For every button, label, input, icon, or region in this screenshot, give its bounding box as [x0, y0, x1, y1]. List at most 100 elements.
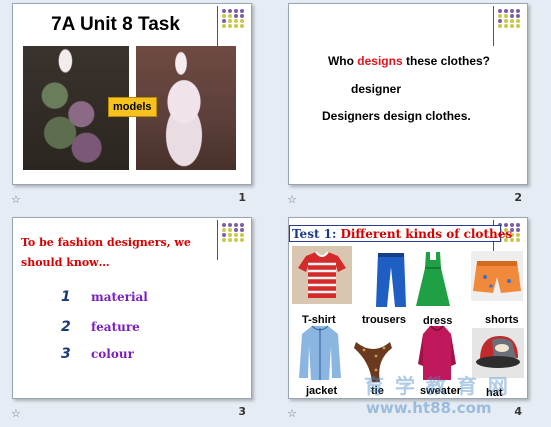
slide-title: 7A Unit 8 Task [51, 14, 180, 35]
slide-thumbnail-1[interactable]: 7A Unit 8 Task models ☆ 1 [0, 0, 276, 214]
decoration-dot [498, 14, 502, 18]
models-label: models [108, 97, 157, 117]
slide-thumbnail-2[interactable]: Who designs these clothes? designer Desi… [276, 0, 551, 214]
question-post: these clothes? [402, 54, 491, 68]
decoration-dot [504, 14, 508, 18]
decoration-dot [234, 223, 238, 227]
decoration-dot [510, 24, 514, 28]
slide-transition-icon[interactable]: ☆ [11, 193, 21, 206]
jacket-image [299, 325, 341, 380]
decoration-dot [234, 9, 238, 13]
slide-question: Who designs these clothes? [289, 54, 527, 68]
decoration-dot [504, 19, 508, 23]
list-text: colour [91, 347, 134, 361]
list-item: 3 colour [61, 346, 134, 362]
title-text: Different kinds of clothes [340, 226, 513, 241]
decoration-dot [228, 9, 232, 13]
decoration-dot [504, 24, 508, 28]
dress-image [416, 252, 450, 306]
decoration-dot [222, 223, 226, 227]
decoration-dot [516, 14, 520, 18]
decoration-dot [516, 9, 520, 13]
list-number: 1 [61, 289, 71, 305]
decoration-dot [234, 238, 238, 242]
dot-decoration [217, 220, 247, 262]
decoration-dot [228, 24, 232, 28]
decoration-dot [240, 24, 244, 28]
question-pre: Who [327, 54, 358, 68]
slide-number: 4 [514, 405, 522, 418]
decoration-dot [222, 238, 226, 242]
slide-thumbnail-3[interactable]: To be fashion designers, we should know…… [0, 214, 276, 427]
answer-sentence: Designers design clothes. [322, 109, 471, 123]
decoration-dot [240, 9, 244, 13]
decoration-dot [510, 14, 514, 18]
list-number: 3 [61, 346, 71, 362]
slide-number: 1 [238, 191, 246, 204]
decoration-dot [222, 24, 226, 28]
decoration-dot [240, 228, 244, 232]
list-number: 2 [61, 319, 71, 335]
slide-2-canvas: Who designs these clothes? designer Desi… [288, 3, 528, 185]
decoration-dot [228, 233, 232, 237]
list-text: material [91, 290, 148, 304]
decoration-dot [516, 24, 520, 28]
list-text: feature [91, 320, 140, 334]
decoration-dot [234, 233, 238, 237]
decoration-dot [240, 14, 244, 18]
decoration-dot [240, 19, 244, 23]
question-highlight: designs [357, 54, 403, 68]
decoration-dot [222, 9, 226, 13]
slide-transition-icon[interactable]: ☆ [287, 193, 297, 206]
watermark-logo: 育 学 教 育 网 [364, 374, 510, 398]
slide-transition-icon[interactable]: ☆ [11, 407, 21, 420]
decoration-dot [228, 14, 232, 18]
decoration-dot [222, 19, 226, 23]
trousers-image [376, 253, 406, 307]
decoration-dot [516, 228, 520, 232]
slide-number: 2 [514, 191, 522, 204]
decoration-dot [516, 238, 520, 242]
list-item: 1 material [61, 289, 148, 305]
decoration-dot [228, 19, 232, 23]
decoration-dot [516, 223, 520, 227]
decoration-dot [222, 233, 226, 237]
decoration-dot [234, 19, 238, 23]
dot-decoration [217, 6, 247, 48]
decoration-dot [516, 233, 520, 237]
dot-decoration [493, 6, 523, 48]
decoration-dot [228, 238, 232, 242]
clothes-label: trousers [362, 314, 407, 326]
decoration-dot [228, 223, 232, 227]
decoration-dot [240, 238, 244, 242]
slide-3-canvas: To be fashion designers, we should know…… [12, 217, 252, 399]
slide-1-canvas: 7A Unit 8 Task models [12, 3, 252, 185]
answer-word: designer [351, 82, 402, 96]
decoration-dot [510, 19, 514, 23]
clothes-label: shorts [485, 314, 519, 326]
decoration-dot [498, 9, 502, 13]
list-item: 2 feature [61, 319, 140, 335]
title-prefix: Test 1: [292, 226, 337, 241]
decoration-dot [240, 223, 244, 227]
decoration-dot [234, 228, 238, 232]
watermark-url: www.ht88.com [366, 399, 492, 417]
decoration-dot [504, 9, 508, 13]
decoration-dot [516, 19, 520, 23]
decoration-dot [234, 24, 238, 28]
slide-transition-icon[interactable]: ☆ [287, 407, 297, 420]
slide-number: 3 [238, 405, 246, 418]
decoration-dot [240, 233, 244, 237]
decoration-dot [222, 228, 226, 232]
decoration-dot [234, 14, 238, 18]
decoration-dot [510, 9, 514, 13]
slide-question: To be fashion designers, we should know… [21, 236, 191, 269]
decoration-dot [498, 24, 502, 28]
tshirt-image [292, 246, 352, 304]
shorts-image [471, 251, 523, 301]
clothes-label: jacket [306, 385, 338, 397]
slide-title: Test 1: Different kinds of clothes [289, 225, 512, 242]
decoration-dot [498, 19, 502, 23]
decoration-dot [222, 14, 226, 18]
decoration-dot [228, 228, 232, 232]
